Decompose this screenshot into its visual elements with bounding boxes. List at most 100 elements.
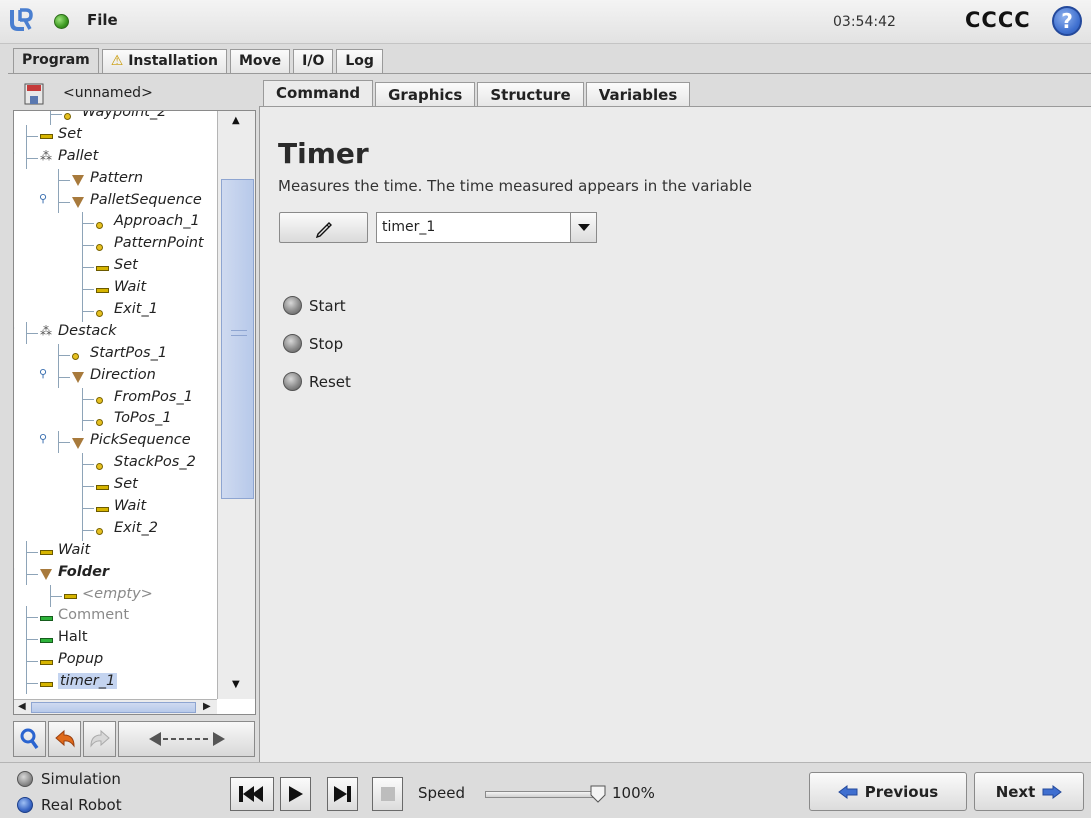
scroll-down-icon[interactable]: ▼ [232, 679, 240, 690]
mode-simulation[interactable]: Simulation [17, 770, 121, 788]
arrow-right-icon [1042, 784, 1063, 799]
tree-node[interactable]: Wait [14, 497, 217, 520]
expander-icon[interactable]: ⚲ [39, 432, 47, 445]
tree-node[interactable]: StartPos_1 [14, 343, 217, 366]
expander-icon[interactable]: ⚲ [39, 192, 47, 205]
mode-real-robot[interactable]: Real Robot [17, 796, 122, 814]
tree-node[interactable]: StackPos_2 [14, 453, 217, 476]
tree-node-label: Comment [58, 607, 130, 624]
tree-node[interactable]: Popup [14, 650, 217, 673]
redo-button[interactable] [83, 721, 116, 757]
tree-guide [82, 212, 83, 235]
radio-stop[interactable]: Stop [283, 334, 343, 353]
undo-button[interactable] [48, 721, 81, 757]
tab-move[interactable]: Move [229, 49, 291, 73]
tree-guide [82, 409, 83, 432]
play-button[interactable] [280, 777, 311, 811]
expander-icon[interactable]: ⚲ [14, 323, 15, 336]
tree-node[interactable]: ⚲ Folder [14, 562, 217, 585]
tab-graphics[interactable]: Graphics [375, 82, 476, 107]
speed-slider-thumb[interactable] [590, 785, 606, 803]
tab-installation[interactable]: ⚠ Installation [101, 49, 227, 73]
scroll-left-icon[interactable]: ◀ [18, 701, 26, 712]
expander-icon[interactable]: ⚲ [14, 564, 15, 577]
tree-vertical-scrollbar[interactable]: ▲ ▼ [217, 111, 255, 699]
tree-connector [82, 398, 94, 400]
step-button[interactable] [327, 777, 358, 811]
tree-node[interactable]: ⚲ Direction [14, 365, 217, 388]
tree-node[interactable]: <empty> [14, 584, 217, 607]
program-name: <unnamed> [63, 85, 153, 101]
tab-io[interactable]: I/O [293, 49, 334, 73]
tree-connector [26, 135, 38, 137]
speed-slider[interactable] [485, 791, 595, 798]
speed-value: 100% [612, 784, 655, 802]
scroll-right-icon[interactable]: ▶ [203, 701, 211, 712]
tree-node[interactable]: timer_1 [14, 672, 217, 695]
pallet-icon: ⁂ [40, 148, 52, 163]
tab-command[interactable]: Command [263, 80, 374, 108]
scroll-up-icon[interactable]: ▲ [232, 115, 240, 126]
tree-node[interactable]: Wait [14, 540, 217, 563]
search-button[interactable] [13, 721, 46, 757]
tree-node[interactable]: Exit_2 [14, 518, 217, 541]
tab-structure[interactable]: Structure [477, 82, 584, 107]
tree-guide [82, 234, 83, 257]
tree-node[interactable]: Halt [14, 628, 217, 651]
tree-node[interactable]: ⚲ ⁂ Pallet [14, 146, 217, 169]
h-scroll-thumb[interactable] [31, 702, 196, 713]
help-button[interactable]: ? [1052, 6, 1082, 36]
chevron-down-icon[interactable] [570, 213, 596, 242]
tree-connector [82, 245, 94, 247]
tree-node[interactable]: Set [14, 256, 217, 279]
tree-node[interactable]: Comment [14, 606, 217, 629]
tree-node[interactable]: ⚲ PalletSequence [14, 190, 217, 213]
stop-button[interactable] [372, 777, 403, 811]
next-button[interactable]: Next [974, 772, 1084, 811]
tree-node-label: Popup [58, 651, 104, 668]
tree-horizontal-scrollbar[interactable]: ◀ ▶ [14, 699, 217, 714]
radio-start[interactable]: Start [283, 296, 346, 315]
tree-node[interactable]: Set [14, 475, 217, 498]
tree-guide [82, 256, 83, 279]
tree-icon-wrap [40, 129, 53, 145]
tree-icon-wrap [96, 458, 103, 474]
tree-guide [26, 562, 27, 585]
tab-program[interactable]: Program [13, 48, 99, 74]
tree-node[interactable]: Pattern [14, 168, 217, 191]
move-node-button[interactable] [118, 721, 255, 757]
tree-node[interactable]: Set [14, 124, 217, 147]
mode-simulation-label: Simulation [41, 770, 121, 788]
scroll-thumb[interactable] [221, 179, 254, 499]
tree-node[interactable]: Exit_1 [14, 300, 217, 323]
rewind-button[interactable] [230, 777, 274, 811]
tree-node[interactable]: FromPos_1 [14, 387, 217, 410]
previous-button[interactable]: Previous [809, 772, 967, 811]
expander-icon[interactable]: ⚲ [39, 367, 47, 380]
tree-node[interactable]: ⚲ ⁂ Destack [14, 321, 217, 344]
clock: 03:54:42 [833, 14, 896, 30]
tree-node-label: StackPos_2 [114, 454, 196, 471]
tree-node[interactable]: Wait [14, 278, 217, 301]
tree-guide [26, 540, 27, 563]
tab-variables[interactable]: Variables [585, 82, 691, 107]
tree-node[interactable]: PatternPoint [14, 234, 217, 257]
edit-variable-button[interactable] [279, 212, 368, 243]
tree-connector [82, 464, 94, 466]
tree-node-label: Waypoint_2 [82, 110, 167, 120]
tree-node[interactable]: Approach_1 [14, 212, 217, 235]
tree-icon-wrap [64, 111, 71, 124]
radio-reset[interactable]: Reset [283, 372, 351, 391]
tree-node[interactable]: ToPos_1 [14, 409, 217, 432]
folder-triangle-icon [72, 437, 84, 449]
ur-logo-icon [10, 8, 33, 31]
tree-node[interactable]: ⚲ PickSequence [14, 431, 217, 454]
tree-icon-wrap [40, 654, 53, 670]
save-icon[interactable] [24, 83, 44, 105]
tab-log[interactable]: Log [336, 49, 383, 73]
tree-node[interactable]: Waypoint_2 [14, 110, 217, 125]
file-menu[interactable]: File [87, 11, 118, 29]
expander-icon[interactable]: ⚲ [14, 148, 15, 161]
tree-icon-wrap [72, 349, 79, 365]
variable-dropdown[interactable]: timer_1 [376, 212, 597, 243]
